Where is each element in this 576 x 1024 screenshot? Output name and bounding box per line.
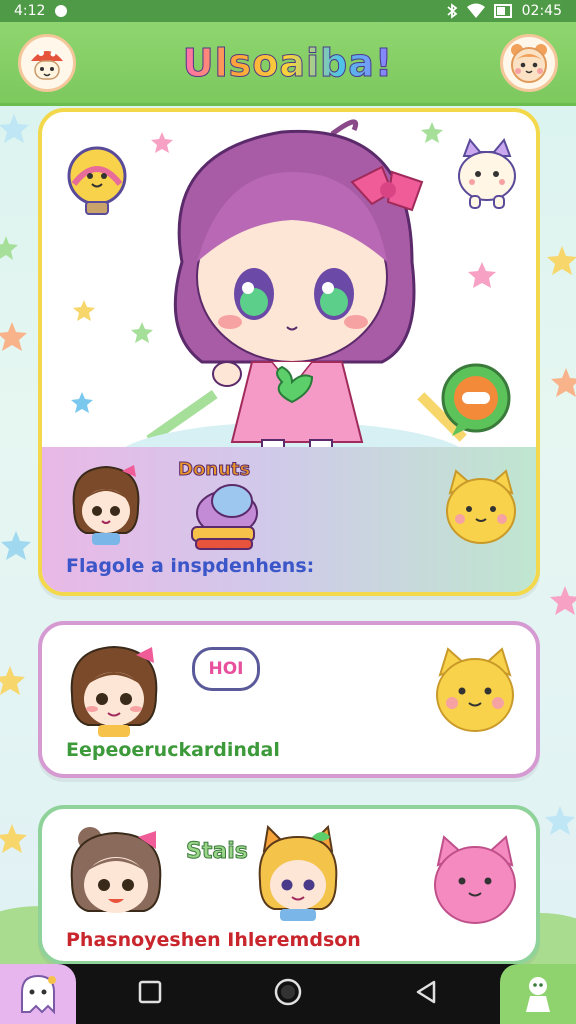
chibi-girl-sticker-icon[interactable] — [66, 461, 146, 547]
app-title: Ulsoaiba! — [182, 40, 394, 85]
status-clock: 02:45 — [521, 3, 562, 19]
hero-card-footer: Donuts Flagole a inspdenhens: — [42, 447, 536, 592]
sticker-pack-card-2[interactable]: HOI Eepeoeruckardindal — [38, 621, 540, 778]
cat-sticker-icon[interactable] — [452, 138, 522, 212]
pink-cat-sticker-icon[interactable] — [430, 831, 520, 927]
lightbulb-sticker-icon[interactable] — [64, 144, 130, 224]
dessert-sticker-text: Donuts — [177, 459, 251, 481]
yellow-cat-sticker-icon[interactable] — [442, 467, 520, 547]
speech-bubble-text: HOI — [208, 659, 244, 679]
chibi-girl-illustration — [173, 119, 424, 461]
status-bar: 4:12 02:45 — [0, 0, 576, 22]
mushroom-mascot-icon[interactable] — [18, 33, 76, 92]
character-button[interactable] — [500, 964, 576, 1024]
hero-card-label: Flagole a inspdenhens: — [66, 555, 315, 577]
home-icon[interactable] — [273, 977, 303, 1011]
recents-icon[interactable] — [137, 979, 163, 1009]
ghost-mascot-icon — [21, 974, 56, 1015]
notification-icon — [53, 3, 69, 19]
character-icon — [526, 977, 550, 1012]
chibi-girl-sticker-icon[interactable] — [64, 639, 164, 739]
yellow-cat-sticker-icon[interactable] — [432, 645, 518, 735]
ghost-mascot-button[interactable] — [0, 964, 76, 1024]
sticker-pack-card-3[interactable]: Stais Phasnoyeshen Ihleremdson — [38, 805, 540, 965]
hoi-speech-bubble: HOI — [192, 647, 260, 691]
wifi-icon — [466, 3, 486, 19]
chibi-girl-sticker-icon[interactable] — [64, 823, 168, 927]
hamster-face-icon[interactable] — [499, 33, 558, 92]
system-nav-bar — [0, 964, 576, 1024]
battery-icon — [493, 4, 514, 18]
card-2-label: Eepeoeruckardindal — [66, 739, 280, 761]
stars-sticker-text: Stais — [186, 839, 249, 865]
app-header: Ulsoaiba! — [0, 22, 576, 106]
card-3-label: Phasnoyeshen Ihleremdson — [66, 929, 361, 951]
bluetooth-icon — [446, 3, 458, 19]
back-icon[interactable] — [413, 979, 439, 1009]
featured-sticker-card[interactable]: Donuts Flagole a inspdenhens: — [38, 108, 540, 596]
status-time: 4:12 — [14, 3, 46, 19]
fox-girl-sticker-icon[interactable] — [246, 823, 350, 927]
